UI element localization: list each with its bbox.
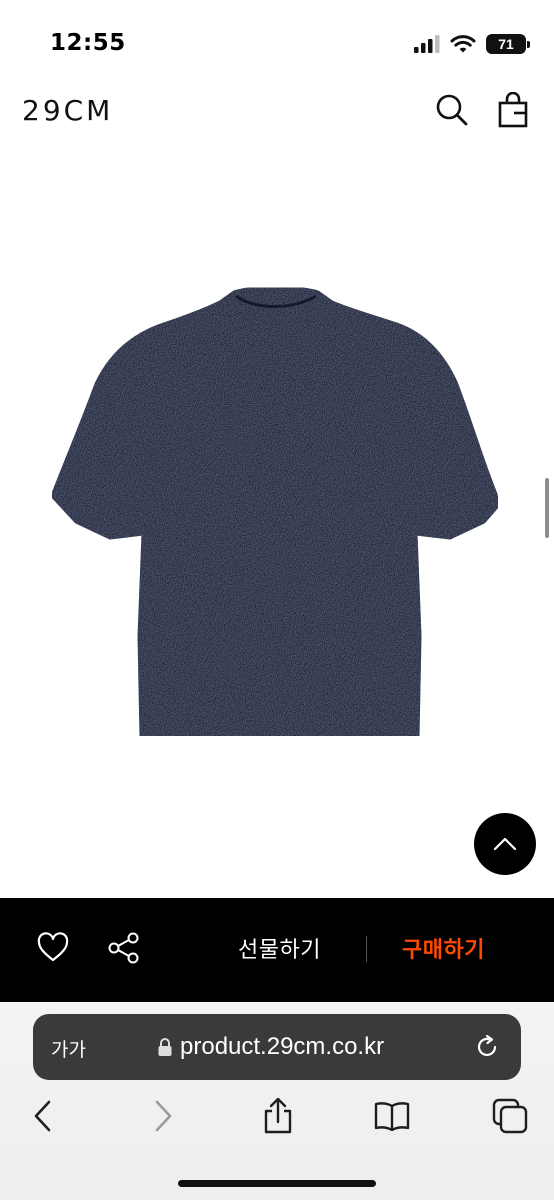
app-header: 29CM	[0, 80, 554, 140]
forward-icon[interactable]	[142, 1096, 182, 1136]
lock-icon	[158, 1038, 172, 1056]
wifi-icon	[450, 35, 476, 53]
battery-icon: 71	[486, 34, 530, 54]
scroll-to-top-button[interactable]	[474, 813, 536, 875]
action-divider	[366, 936, 367, 962]
product-image[interactable]	[0, 150, 554, 890]
heart-icon[interactable]	[36, 932, 70, 964]
search-icon[interactable]	[434, 92, 470, 128]
back-icon[interactable]	[24, 1096, 64, 1136]
reload-icon[interactable]	[473, 1033, 501, 1061]
tabs-icon[interactable]	[490, 1096, 530, 1136]
scroll-to-top-icon	[493, 837, 517, 851]
address-bar[interactable]: 가가 product.29cm.co.kr	[33, 1014, 521, 1080]
bookmarks-icon[interactable]	[372, 1096, 412, 1136]
page-settings-button[interactable]: 가가	[51, 1035, 86, 1062]
purchase-action-bar: 선물하기 구매하기	[0, 898, 554, 1002]
share-icon[interactable]	[106, 930, 142, 966]
scroll-indicator[interactable]	[545, 478, 549, 538]
status-time: 12:55	[50, 30, 126, 56]
url-text[interactable]: product.29cm.co.kr	[180, 1033, 384, 1061]
buy-button[interactable]: 구매하기	[402, 932, 485, 964]
share-sheet-icon[interactable]	[258, 1096, 298, 1136]
product-shirt-illustration	[50, 286, 500, 738]
gift-button[interactable]: 선물하기	[238, 932, 321, 964]
status-icons: 71	[414, 32, 530, 56]
status-bar: 12:55 71	[0, 0, 554, 80]
home-indicator	[178, 1180, 376, 1187]
brand-logo[interactable]: 29CM	[22, 94, 113, 127]
battery-level: 71	[498, 36, 514, 52]
shopping-bag-icon[interactable]	[496, 92, 530, 128]
signal-icon	[414, 35, 440, 53]
